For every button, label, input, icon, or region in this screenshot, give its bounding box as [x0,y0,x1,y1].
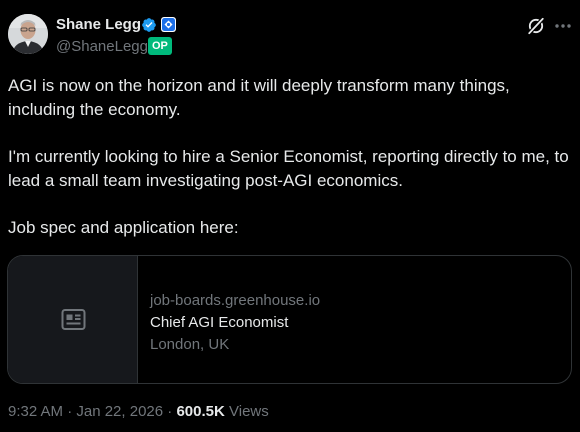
views-count: 600.5K [176,403,225,420]
card-description: London, UK [150,336,230,353]
views-label: Views [229,403,269,420]
tweet-paragraph: I'm currently looking to hire a Senior E… [8,147,569,190]
card-thumbnail [8,256,138,383]
avatar-photo-icon [8,14,48,54]
verified-badge-icon [142,18,156,32]
author-name[interactable]: Shane Legg [56,16,141,34]
card-title: Chief AGI Economist [150,314,289,331]
author-handle[interactable]: @ShaneLegg [56,38,148,56]
link-preview-card[interactable]: job-boards.greenhouse.io Chief AGI Econo… [7,255,572,384]
meta-separator: · [163,403,177,420]
timestamp[interactable]: 9:32 AM · Jan 22, 2026 [8,403,163,420]
avatar[interactable] [8,14,48,54]
tweet-meta: 9:32 AM · Jan 22, 2026 · 600.5K Views [8,403,269,421]
article-icon [61,309,86,330]
card-domain: job-boards.greenhouse.io [150,292,321,309]
more-options-icon[interactable] [553,16,573,36]
tweet-paragraph: AGI is now on the horizon and it will de… [8,76,510,119]
op-badge: OP [148,37,172,55]
affiliate-badge-icon[interactable] [161,17,176,32]
grok-icon[interactable] [526,16,546,36]
affiliate-logo-icon [162,18,175,31]
tweet-text: AGI is now on the horizon and it will de… [8,74,574,240]
tweet-paragraph: Job spec and application here: [8,218,239,237]
